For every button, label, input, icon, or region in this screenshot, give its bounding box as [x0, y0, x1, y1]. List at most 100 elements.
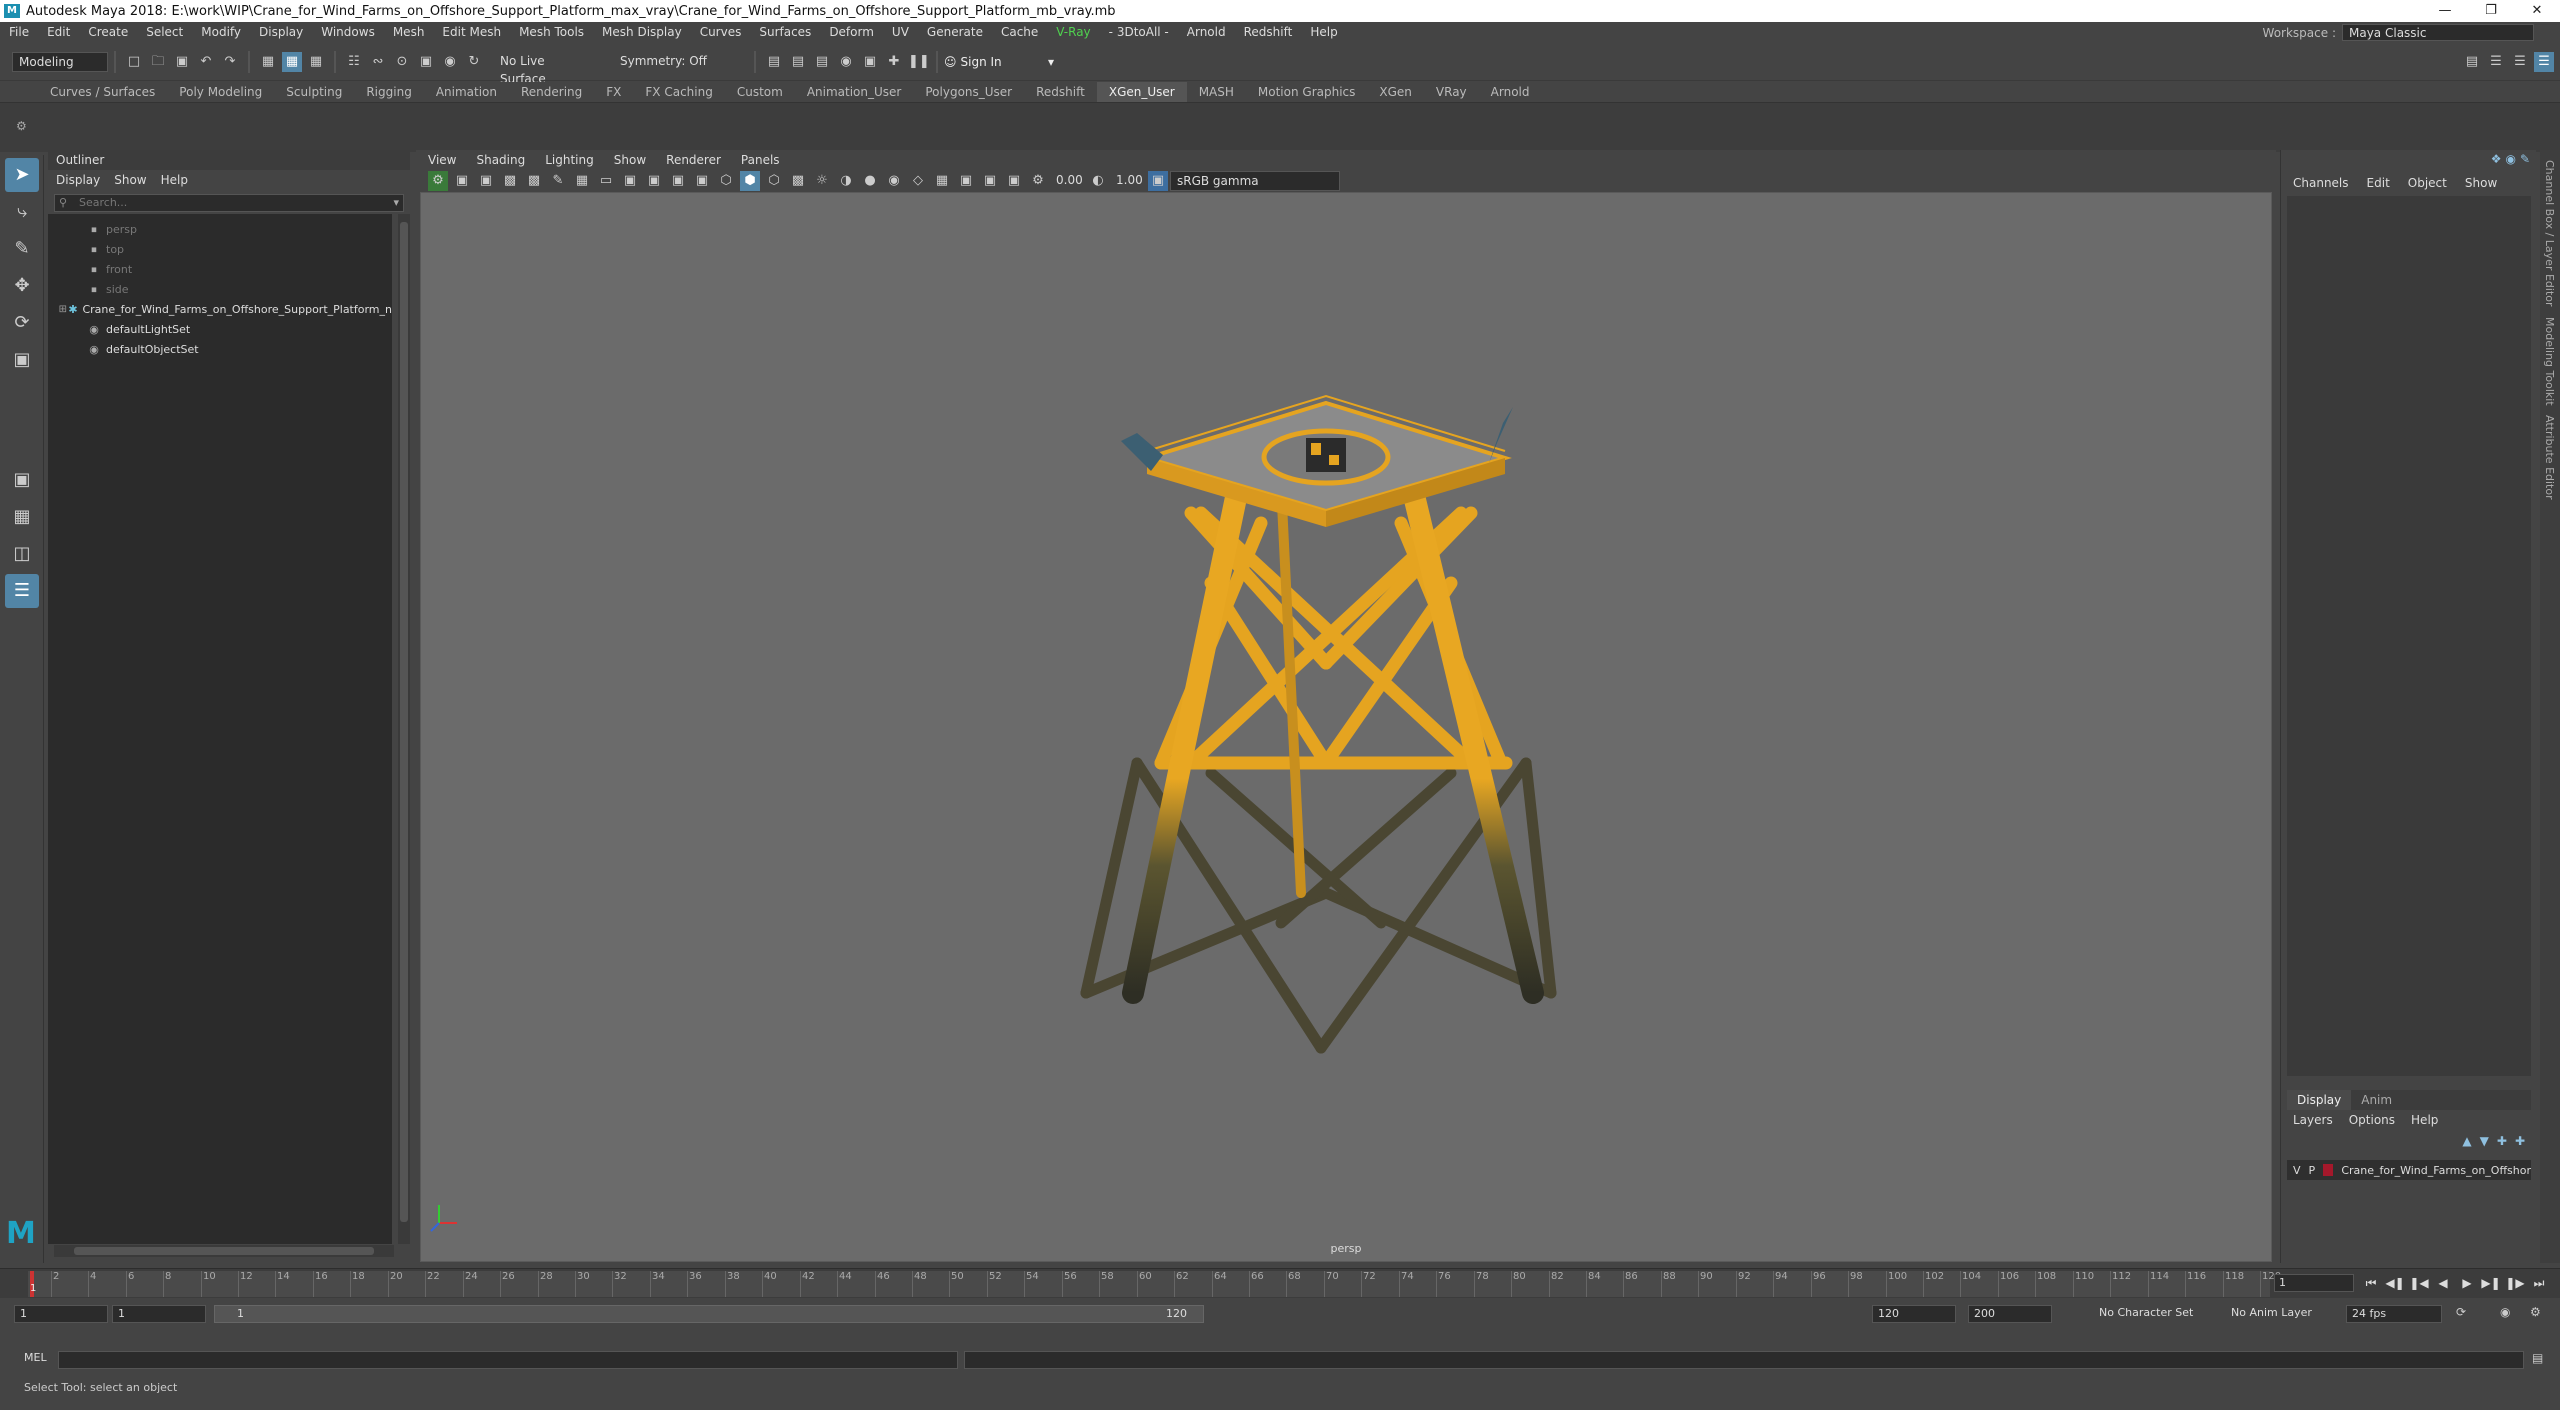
- play-backward-icon[interactable]: ◀: [2432, 1273, 2454, 1293]
- menu-windows[interactable]: Windows: [312, 22, 384, 43]
- two-view-icon[interactable]: ◫: [5, 537, 39, 571]
- exposure-field[interactable]: 0.00: [1050, 171, 1086, 191]
- script-editor-icon[interactable]: ▤: [2532, 1351, 2543, 1365]
- menu-mesh[interactable]: Mesh: [384, 22, 434, 43]
- menu-curves[interactable]: Curves: [691, 22, 751, 43]
- channel-box-filter-icon[interactable]: ✎: [2520, 152, 2530, 166]
- shelf-tab-animation-user[interactable]: Animation_User: [795, 82, 914, 102]
- end-time-field[interactable]: 200: [1968, 1305, 2052, 1323]
- menu-create[interactable]: Create: [79, 22, 137, 43]
- shelf-tab-polygons-user[interactable]: Polygons_User: [913, 82, 1024, 102]
- safe-action-icon[interactable]: ▣: [692, 171, 712, 191]
- smooth-shade-icon[interactable]: ⬢: [740, 171, 760, 191]
- gamma-field[interactable]: 1.00: [1110, 171, 1146, 191]
- outliner-menu-show[interactable]: Show: [114, 173, 146, 187]
- menu-mesh-tools[interactable]: Mesh Tools: [510, 22, 593, 43]
- menu-mesh-display[interactable]: Mesh Display: [593, 22, 691, 43]
- film-gate-icon[interactable]: ▭: [596, 171, 616, 191]
- viewport-menu-panels[interactable]: Panels: [741, 153, 780, 167]
- anim-layer-dropdown[interactable]: No Anim Layer: [2226, 1305, 2336, 1323]
- gate-mask-icon[interactable]: ▣: [644, 171, 664, 191]
- minimize-icon[interactable]: —: [2422, 0, 2468, 22]
- outliner-item-default-object-set[interactable]: ◉ defaultObjectSet: [48, 340, 392, 360]
- shelf-tab-rigging[interactable]: Rigging: [354, 82, 423, 102]
- shelf-tab-redshift[interactable]: Redshift: [1024, 82, 1097, 102]
- outliner-item-crane[interactable]: ⊞ ✱ Crane_for_Wind_Farms_on_Offshore_Sup…: [48, 300, 392, 320]
- channel-box-icon[interactable]: ☰: [2534, 52, 2554, 72]
- channels-menu-show[interactable]: Show: [2465, 176, 2497, 190]
- color-space-dropdown[interactable]: sRGB gamma: [1170, 171, 1340, 191]
- loop-icon[interactable]: ⟳: [2456, 1305, 2466, 1319]
- shelf-tab-curves-surfaces[interactable]: Curves / Surfaces: [38, 82, 167, 102]
- move-tool-icon[interactable]: ✥: [5, 269, 39, 303]
- layer-playback-toggle[interactable]: P: [2309, 1164, 2316, 1177]
- menu-edit[interactable]: Edit: [38, 22, 79, 43]
- hypershade-icon[interactable]: ▣: [860, 52, 880, 72]
- outliner-item-side[interactable]: ⏹ side: [48, 280, 392, 300]
- motion-blur-icon[interactable]: ◉: [884, 171, 904, 191]
- use-all-lights-icon[interactable]: ☼: [812, 171, 832, 191]
- shelf-tab-fx[interactable]: FX: [594, 82, 633, 102]
- workspace-dropdown[interactable]: Maya Classic: [2342, 24, 2534, 41]
- shelf-tab-custom[interactable]: Custom: [725, 82, 795, 102]
- open-scene-icon[interactable]: 🗀: [148, 52, 168, 72]
- playback-start-field[interactable]: 1: [112, 1305, 206, 1323]
- rotate-tool-icon[interactable]: ⟳: [5, 306, 39, 340]
- tool-settings-icon[interactable]: ☰: [2510, 52, 2530, 72]
- layer-visibility-toggle[interactable]: V: [2293, 1164, 2301, 1177]
- live-surface-dropdown[interactable]: No Live Surface: [494, 52, 594, 86]
- camera-select-icon[interactable]: ⚙: [428, 171, 448, 191]
- auto-key-icon[interactable]: ◉: [2500, 1305, 2510, 1319]
- modeling-toolkit-icon[interactable]: ▤: [2462, 52, 2482, 72]
- select-object-icon[interactable]: ▦: [282, 52, 302, 72]
- move-layer-up-icon[interactable]: ▲: [2462, 1134, 2471, 1148]
- menu-3dtoall[interactable]: - 3DtoAll -: [1100, 22, 1178, 43]
- snap-curve-icon[interactable]: ∾: [368, 52, 388, 72]
- tab-anim[interactable]: Anim: [2351, 1090, 2402, 1110]
- step-back-frame-icon[interactable]: ❚◀: [2408, 1273, 2430, 1293]
- color-management-icon[interactable]: ▣: [1148, 171, 1168, 191]
- paint-select-tool-icon[interactable]: ✎: [5, 232, 39, 266]
- viewport-canvas[interactable]: persp: [420, 192, 2272, 1262]
- channels-menu-channels[interactable]: Channels: [2293, 176, 2349, 190]
- textured-icon[interactable]: ▩: [788, 171, 808, 191]
- xray-joints-icon[interactable]: ▣: [980, 171, 1000, 191]
- menu-help[interactable]: Help: [1301, 22, 1346, 43]
- expand-icon[interactable]: ⊞: [58, 300, 68, 320]
- outliner-menu-help[interactable]: Help: [161, 173, 188, 187]
- command-language-label[interactable]: MEL: [24, 1351, 47, 1364]
- shelf-tab-vray[interactable]: VRay: [1424, 82, 1479, 102]
- snap-grid-icon[interactable]: ☷: [344, 52, 364, 72]
- tab-display[interactable]: Display: [2287, 1090, 2352, 1110]
- scale-tool-icon[interactable]: ▣: [5, 343, 39, 377]
- save-scene-icon[interactable]: ▣: [172, 52, 192, 72]
- shelf-tab-xgen[interactable]: XGen: [1367, 82, 1424, 102]
- bookmark-icon[interactable]: ▣: [476, 171, 496, 191]
- side-tab-modeling-toolkit[interactable]: Modeling Toolkit: [2543, 317, 2556, 406]
- xray-components-icon[interactable]: ▣: [1004, 171, 1024, 191]
- select-component-icon[interactable]: ▦: [306, 52, 326, 72]
- layer-color-swatch[interactable]: [2323, 1164, 2334, 1176]
- ambient-occlusion-icon[interactable]: ●: [860, 171, 880, 191]
- shelf-tab-poly-modeling[interactable]: Poly Modeling: [167, 82, 274, 102]
- shelf-tab-motion-graphics[interactable]: Motion Graphics: [1246, 82, 1368, 102]
- outliner-item-default-light-set[interactable]: ◉ defaultLightSet: [48, 320, 392, 340]
- channel-box-mode-icon[interactable]: ◉: [2505, 152, 2515, 166]
- channel-box-pin-icon[interactable]: ❖: [2491, 152, 2502, 166]
- channels-menu-object[interactable]: Object: [2408, 176, 2447, 190]
- outliner-search-input[interactable]: ⚲ Search... ▾: [54, 194, 404, 212]
- command-input[interactable]: [58, 1351, 958, 1369]
- grease-pencil-icon[interactable]: ✎: [548, 171, 568, 191]
- four-view-icon[interactable]: ▦: [5, 500, 39, 534]
- playback-end-field[interactable]: 120: [1872, 1305, 1956, 1323]
- camera-attributes-icon[interactable]: ▣: [452, 171, 472, 191]
- step-forward-frame-icon[interactable]: ▶❚: [2480, 1273, 2502, 1293]
- shelf-options-icon[interactable]: ⚙: [16, 119, 27, 133]
- viewport-menu-show[interactable]: Show: [614, 153, 646, 167]
- shelf-tab-arnold[interactable]: Arnold: [1479, 82, 1542, 102]
- menu-uv[interactable]: UV: [883, 22, 918, 43]
- ipr-render-icon[interactable]: ▤: [812, 52, 832, 72]
- grid-icon[interactable]: ▦: [572, 171, 592, 191]
- menu-cache[interactable]: Cache: [992, 22, 1047, 43]
- snap-surface-icon[interactable]: ◉: [440, 52, 460, 72]
